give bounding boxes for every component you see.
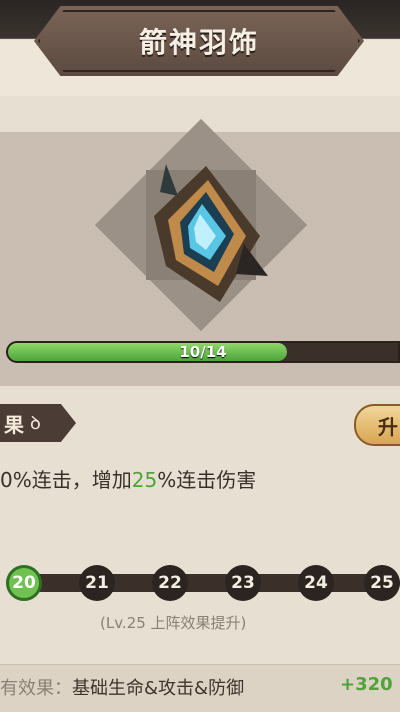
effect-tab[interactable]: 果 ꝺ bbox=[0, 404, 76, 442]
feather-gem-icon bbox=[136, 156, 276, 306]
page-title: 箭神羽饰 bbox=[138, 26, 259, 59]
title-banner: 箭神羽饰 bbox=[34, 6, 364, 76]
level-node[interactable]: 24 bbox=[298, 565, 334, 601]
progress-bar: 10/14 bbox=[6, 341, 400, 363]
bottom-effect: 有效果：基础生命&攻击&防御 bbox=[0, 674, 244, 700]
bottom-effect-text: 基础生命&攻击&防御 bbox=[72, 678, 245, 699]
level-note: (Lv.25 上阵效果提升) bbox=[100, 614, 247, 632]
level-track bbox=[8, 574, 400, 592]
bottom-effect-value: +320 bbox=[340, 674, 393, 695]
bottom-effect-label: 有效果： bbox=[0, 678, 72, 699]
upgrade-button-label: 升 bbox=[378, 414, 398, 439]
level-node[interactable]: 20 bbox=[6, 565, 42, 601]
progress-label: 10/14 bbox=[179, 343, 227, 361]
level-node[interactable]: 21 bbox=[79, 565, 115, 601]
effect-description: 0%连击，增加25%连击伤害 bbox=[0, 464, 256, 493]
level-node[interactable]: 22 bbox=[152, 565, 188, 601]
effect-description-part1: 0%连击，增加 bbox=[0, 468, 132, 492]
swirl-icon: ꝺ bbox=[30, 413, 41, 434]
effect-description-part2: %连击伤害 bbox=[157, 468, 257, 492]
effect-tab-label: 果 bbox=[4, 412, 24, 437]
upgrade-button[interactable]: 升 bbox=[354, 404, 400, 446]
level-node[interactable]: 23 bbox=[225, 565, 261, 601]
effect-description-highlight: 25 bbox=[131, 468, 158, 492]
level-node[interactable]: 25 bbox=[364, 565, 400, 601]
